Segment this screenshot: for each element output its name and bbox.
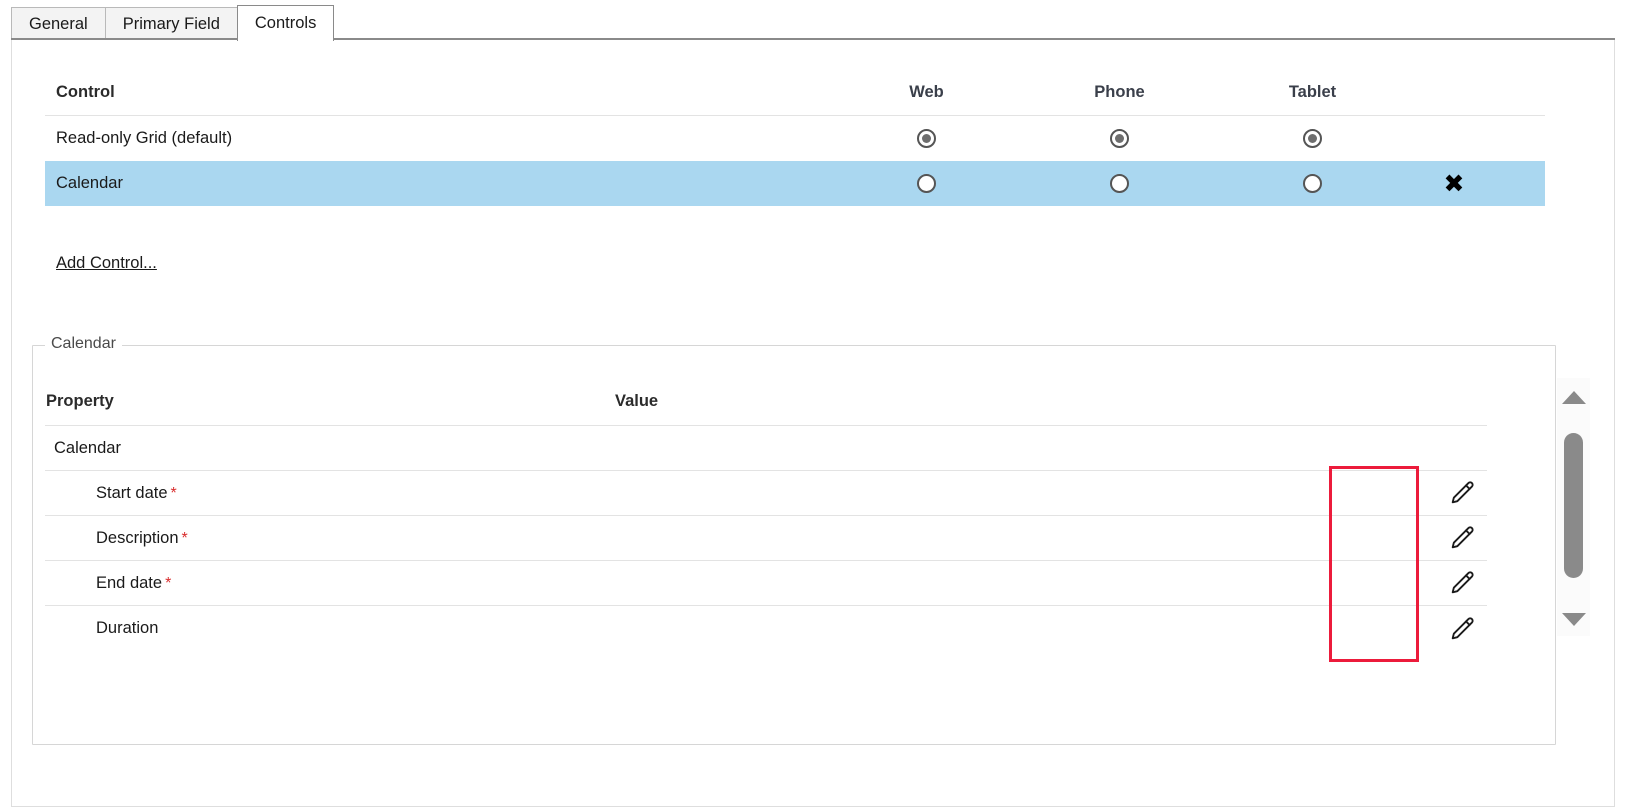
fieldset-legend: Calendar: [45, 335, 122, 353]
pencil-edit-icon[interactable]: [1445, 569, 1479, 597]
property-name-description: Description *: [45, 529, 615, 548]
property-label: End date: [96, 573, 163, 592]
web-radio-cell: [830, 129, 1023, 148]
table-row[interactable]: End date *: [45, 561, 1487, 606]
web-radio-cell: [830, 174, 1023, 193]
tab-primary-field[interactable]: Primary Field: [104, 7, 238, 41]
pencil-edit-icon[interactable]: [1445, 524, 1479, 552]
property-name-end-date: End date *: [45, 574, 615, 593]
scrollbar-thumb[interactable]: [1564, 433, 1583, 578]
tab-general[interactable]: General: [11, 7, 106, 41]
table-row[interactable]: Description *: [45, 516, 1487, 561]
property-label: Duration: [96, 619, 159, 637]
tab-list: General Primary Field Controls: [11, 5, 335, 41]
actions-cell-calendar: ✖: [1409, 171, 1545, 196]
column-header-tablet: Tablet: [1288, 83, 1337, 101]
scroll-down-arrow-icon[interactable]: [1557, 604, 1590, 634]
property-grid: Property Value Calendar Start date * Desc…: [45, 378, 1487, 651]
control-name-calendar: Calendar: [56, 174, 123, 192]
tab-strip: General Primary Field Controls: [0, 0, 1625, 41]
pencil-edit-icon-glyph: [1451, 526, 1474, 549]
required-asterisk: *: [170, 484, 177, 502]
pencil-edit-icon-glyph: [1451, 617, 1474, 639]
radio-web-calendar[interactable]: [917, 174, 936, 193]
property-label: Start date: [96, 483, 168, 502]
property-name-start-date: Start date *: [45, 484, 615, 503]
radio-phone-readonly-grid[interactable]: [1110, 129, 1129, 148]
phone-radio-cell: [1023, 174, 1216, 193]
radio-phone-calendar[interactable]: [1110, 174, 1129, 193]
column-header-control: Control: [56, 83, 115, 101]
column-header-phone: Phone: [1094, 83, 1145, 101]
column-header-value: Value: [615, 392, 659, 410]
property-name-duration: Duration: [45, 619, 615, 638]
property-name-calendar: Calendar: [45, 439, 615, 458]
controls-grid: Control Web Phone Tablet Read-only Grid …: [45, 70, 1545, 206]
calendar-properties-fieldset: Calendar Property Value Calendar Start d…: [32, 335, 1556, 745]
page-root: General Primary Field Controls Control W…: [0, 0, 1625, 807]
control-name-readonly-grid: Read-only Grid (default): [56, 129, 233, 147]
scroll-down-arrow-glyph: [1561, 612, 1586, 626]
controls-tab-panel: Control Web Phone Tablet Read-only Grid …: [11, 40, 1615, 807]
pencil-edit-icon-glyph: [1451, 481, 1474, 504]
required-asterisk: *: [165, 574, 172, 592]
required-asterisk: *: [181, 529, 188, 547]
controls-grid-header-row: Control Web Phone Tablet: [45, 70, 1545, 116]
column-header-web: Web: [909, 83, 944, 101]
property-grid-header-row: Property Value: [45, 378, 1487, 426]
property-label: Description: [96, 528, 179, 547]
radio-tablet-readonly-grid[interactable]: [1303, 129, 1322, 148]
scroll-up-arrow-glyph: [1561, 390, 1586, 404]
pencil-edit-icon[interactable]: [1445, 479, 1479, 507]
column-header-property: Property: [46, 392, 114, 410]
pencil-edit-icon-glyph: [1451, 571, 1474, 594]
table-row[interactable]: Duration: [45, 606, 1487, 651]
radio-tablet-calendar[interactable]: [1303, 174, 1322, 193]
tablet-radio-cell: [1216, 174, 1409, 193]
property-grid-scrollbar[interactable]: [1557, 378, 1590, 636]
table-row[interactable]: Calendar: [45, 426, 1487, 471]
table-row[interactable]: Start date *: [45, 471, 1487, 516]
scroll-up-arrow-icon[interactable]: [1557, 382, 1590, 412]
pencil-edit-icon[interactable]: [1445, 615, 1479, 643]
close-x-icon[interactable]: ✖: [1444, 171, 1465, 196]
table-row[interactable]: Read-only Grid (default): [45, 116, 1545, 161]
property-label: Calendar: [54, 438, 121, 457]
table-row[interactable]: Calendar ✖: [45, 161, 1545, 206]
add-control-link[interactable]: Add Control...: [56, 254, 157, 273]
tab-controls[interactable]: Controls: [236, 5, 335, 41]
phone-radio-cell: [1023, 129, 1216, 148]
radio-web-readonly-grid[interactable]: [917, 129, 936, 148]
tablet-radio-cell: [1216, 129, 1409, 148]
